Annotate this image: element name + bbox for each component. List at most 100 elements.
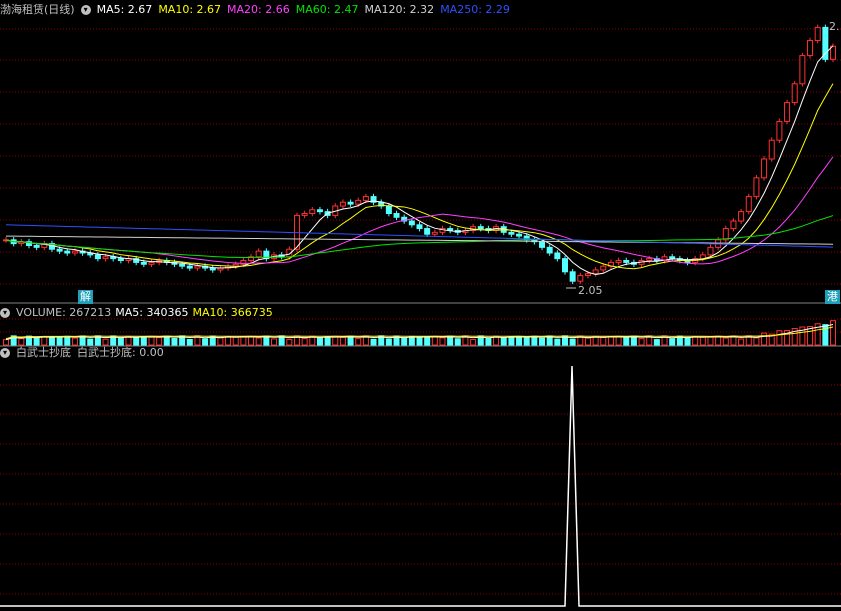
candle-body [577, 275, 584, 282]
volume-bar [761, 332, 768, 346]
candle-body [745, 196, 752, 213]
candle-body [408, 220, 415, 226]
volume-bar [255, 337, 262, 346]
candle-body [316, 209, 323, 213]
volume-bar [584, 337, 591, 346]
candle-body [431, 231, 438, 235]
candle-body [722, 228, 729, 241]
candle-body [554, 252, 561, 260]
volume-bar [623, 337, 630, 346]
volume-bar [715, 335, 722, 346]
candle-body [309, 209, 316, 215]
collapse-icon[interactable]: ▾ [0, 308, 10, 318]
volume-bar [225, 335, 232, 346]
candle-body [393, 213, 400, 218]
candle-body [623, 260, 630, 263]
volume-bar [332, 336, 339, 346]
collapse-icon[interactable]: ▾ [80, 5, 91, 15]
volume-bar [539, 337, 546, 346]
candle-body [600, 265, 607, 271]
volume-bar [416, 336, 423, 346]
price-header: 渤海租赁(日线) ▾ MA5: 2.67 MA10: 2.67 MA20: 2.66 MA… [0, 2, 522, 18]
candle-body [347, 201, 354, 205]
candle-body [186, 265, 193, 269]
volume-bar [531, 335, 538, 346]
volume-bar [822, 324, 829, 346]
event-badge-right[interactable]: 港 [825, 290, 840, 304]
candle-body [546, 246, 553, 254]
volume-bar [692, 336, 699, 346]
volume-bar [516, 336, 523, 346]
candle-body [592, 269, 599, 275]
indicator-name: 白武士抄底 [16, 346, 71, 359]
candle-body [799, 55, 806, 85]
volume-bar [699, 336, 706, 346]
candle-body [814, 26, 821, 42]
volume-bar [232, 336, 239, 346]
volume-bar [202, 338, 209, 346]
ma10-line [5, 83, 834, 270]
candle-body [385, 205, 392, 215]
volume-bar [600, 336, 607, 346]
candle-body [784, 102, 791, 122]
volume-bar [439, 337, 446, 346]
candle-body [416, 224, 423, 230]
collapse-icon[interactable]: ▾ [0, 348, 10, 358]
volume-bar [669, 338, 676, 346]
volume-bar [117, 337, 124, 346]
volume-bar [64, 335, 71, 346]
high-price-label: 2. [829, 20, 840, 33]
candle-body [71, 250, 78, 254]
volume-bar [569, 338, 576, 346]
ma-legend-item: MA250: 2.29 [440, 3, 510, 16]
ma-legend-item: MA10: 2.67 [158, 3, 222, 16]
candle-body [94, 254, 101, 260]
volume-bar [324, 336, 331, 346]
candle-body [822, 26, 829, 60]
indicator-value: 白武士抄底: 0.00 [77, 346, 164, 359]
volume-bar [684, 337, 691, 346]
candle-body [209, 267, 216, 271]
candle-body [753, 177, 760, 198]
volume-bar [470, 339, 477, 346]
ma-legend-item: MA60: 2.47 [295, 3, 359, 16]
ma-legend-item: MA20: 2.66 [227, 3, 290, 16]
volume-bar [140, 336, 147, 346]
volume-bar [454, 338, 461, 346]
candle-body [362, 196, 369, 201]
volume-bar [523, 336, 530, 346]
volume-bar [722, 337, 729, 346]
volume-bar [339, 336, 346, 346]
volume-bar [355, 337, 362, 346]
candle-body [148, 261, 155, 265]
candle-body [615, 260, 622, 263]
candle-body [539, 241, 546, 248]
volume-bar [301, 337, 308, 346]
volume-bar [508, 336, 515, 346]
candle-body [738, 211, 745, 222]
candle-body [140, 261, 147, 265]
candle-body [646, 258, 653, 262]
volume-ma5: MA5: 340365 [115, 306, 189, 319]
volume-header: ▾ VOLUME: 267213 MA5: 340365 MA10: 366735 [0, 305, 279, 321]
volume-bar [753, 337, 760, 346]
volume-bar [707, 336, 714, 346]
volume-bar [286, 338, 293, 346]
volume-bar [401, 337, 408, 346]
volume-bar [271, 338, 278, 346]
event-badge-left[interactable]: 解 [78, 290, 93, 304]
ma-legend-item: MA120: 2.32 [364, 3, 435, 16]
volume-bar [248, 335, 255, 346]
volume-bar [776, 330, 783, 346]
volume-bar [424, 336, 431, 346]
candle-body [301, 213, 308, 216]
candle-body [355, 199, 362, 205]
candle-body [584, 273, 591, 277]
candle-body [477, 226, 484, 230]
candle-body [807, 40, 814, 57]
candle-body [761, 158, 768, 179]
volume-bar [48, 336, 55, 346]
volume-bar [615, 336, 622, 346]
volume-bar [133, 336, 140, 346]
volume-bar [370, 338, 377, 346]
